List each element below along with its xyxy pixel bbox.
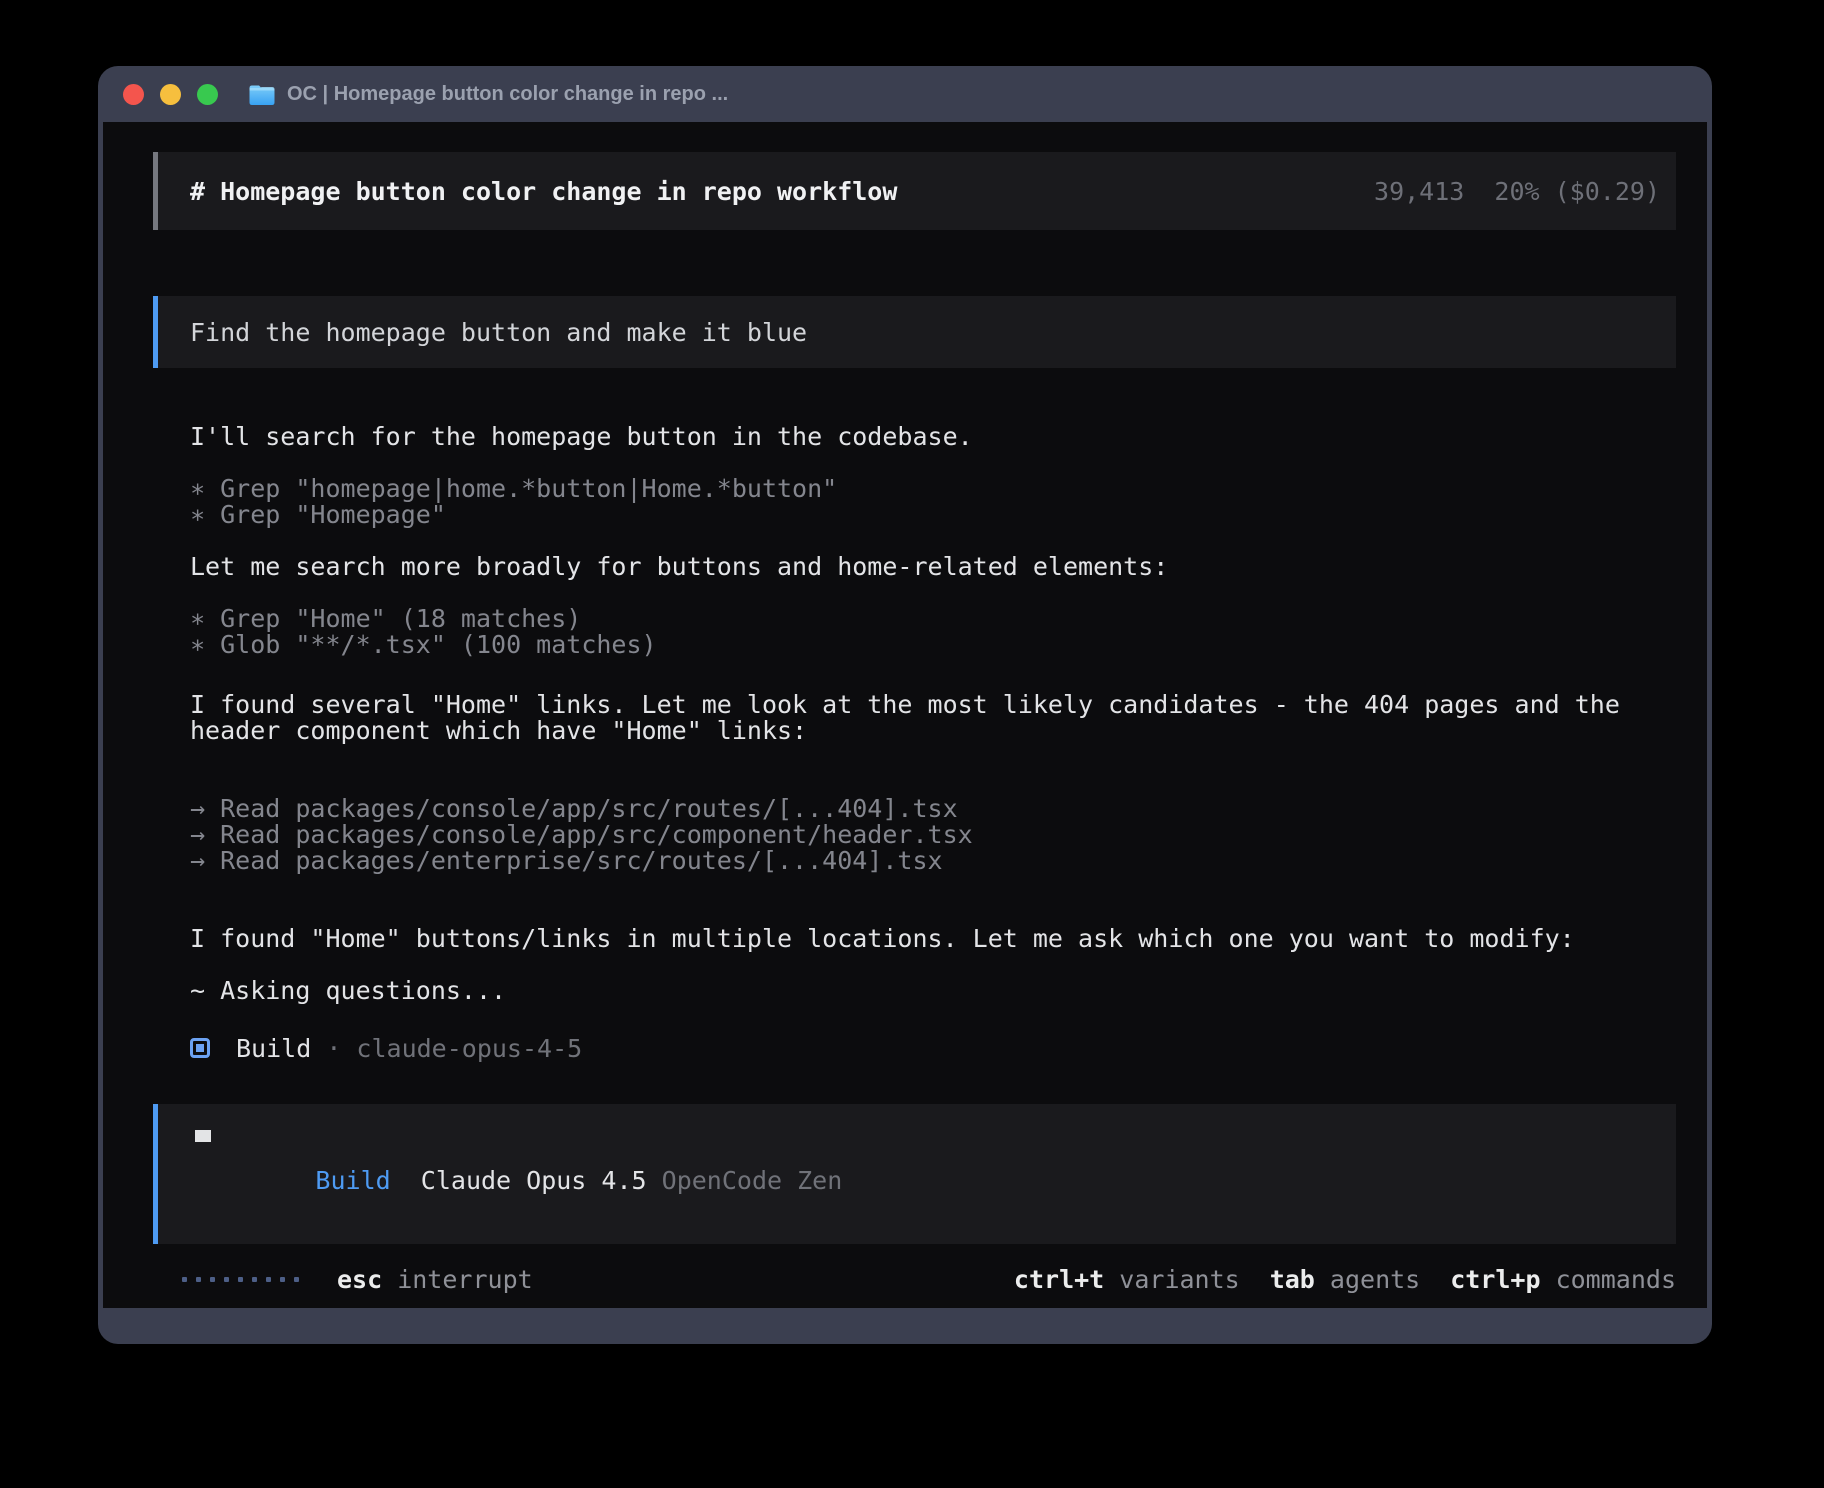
close-window-icon[interactable] xyxy=(123,84,144,105)
user-message: Find the homepage button and make it blu… xyxy=(153,296,1676,368)
folder-icon xyxy=(248,83,275,105)
tool-call-grep[interactable]: ∗ Grep "Home" (18 matches) xyxy=(190,606,1676,632)
input-model-label[interactable]: Claude Opus 4.5 xyxy=(421,1166,647,1195)
input-status-row: Build Claude Opus 4.5 OpenCode Zen xyxy=(195,1142,1652,1220)
spinner-dots xyxy=(182,1277,299,1282)
input-provider-label: OpenCode Zen xyxy=(662,1166,843,1195)
hotkey-agents[interactable]: tab agents xyxy=(1270,1265,1421,1294)
agent-model: claude-opus-4-5 xyxy=(356,1034,582,1063)
user-message-text: Find the homepage button and make it blu… xyxy=(190,318,807,347)
terminal-content: # Homepage button color change in repo w… xyxy=(103,122,1707,1308)
text-cursor xyxy=(195,1130,211,1142)
tool-call-read[interactable]: → Read packages/console/app/src/routes/[… xyxy=(190,796,1676,822)
esc-key[interactable]: esc xyxy=(337,1265,382,1294)
agent-name: Build xyxy=(236,1034,311,1063)
titlebar[interactable]: OC | Homepage button color change in rep… xyxy=(98,66,1712,122)
tool-call-glob[interactable]: ∗ Glob "**/*.tsx" (100 matches) xyxy=(190,632,1676,658)
assistant-text: I found "Home" buttons/links in multiple… xyxy=(190,926,1676,952)
prompt-input[interactable]: Build Claude Opus 4.5 OpenCode Zen xyxy=(153,1104,1676,1244)
traffic-lights xyxy=(123,84,218,105)
status-bar: esc interrupt ctrl+t variants tab agents… xyxy=(153,1266,1676,1292)
tool-call-grep[interactable]: ∗ Grep "Homepage" xyxy=(190,502,1676,528)
hotkey-variants[interactable]: ctrl+t variants xyxy=(1014,1265,1240,1294)
session-title: # Homepage button color change in repo w… xyxy=(190,177,897,206)
terminal-window: OC | Homepage button color change in rep… xyxy=(98,66,1712,1344)
assistant-text: I'll search for the homepage button in t… xyxy=(190,424,1676,450)
tool-call-grep[interactable]: ∗ Grep "homepage|home.*button|Home.*butt… xyxy=(190,476,1676,502)
tool-call-read[interactable]: → Read packages/enterprise/src/routes/[.… xyxy=(190,848,1676,874)
hotkey-hints: ctrl+t variants tab agents ctrl+p comman… xyxy=(1014,1265,1676,1294)
assistant-text: I found several "Home" links. Let me loo… xyxy=(190,692,1676,718)
agent-separator: · xyxy=(311,1034,356,1063)
input-agent-label[interactable]: Build xyxy=(315,1166,390,1195)
esc-key-label: interrupt xyxy=(382,1265,533,1294)
minimize-window-icon[interactable] xyxy=(160,84,181,105)
build-mode-icon xyxy=(190,1038,210,1058)
hotkey-commands[interactable]: ctrl+p commands xyxy=(1450,1265,1676,1294)
assistant-text: Let me search more broadly for buttons a… xyxy=(190,554,1676,580)
window-title: OC | Homepage button color change in rep… xyxy=(287,83,728,106)
session-header: # Homepage button color change in repo w… xyxy=(153,152,1676,230)
assistant-status-text: ~ Asking questions... xyxy=(190,978,1676,1004)
tool-call-read[interactable]: → Read packages/console/app/src/componen… xyxy=(190,822,1676,848)
agent-status-row: Build · claude-opus-4-5 xyxy=(190,1035,1676,1061)
assistant-text: header component which have "Home" links… xyxy=(190,718,1676,744)
token-usage-counter: 39,413 20% ($0.29) xyxy=(1374,177,1660,206)
zoom-window-icon[interactable] xyxy=(197,84,218,105)
